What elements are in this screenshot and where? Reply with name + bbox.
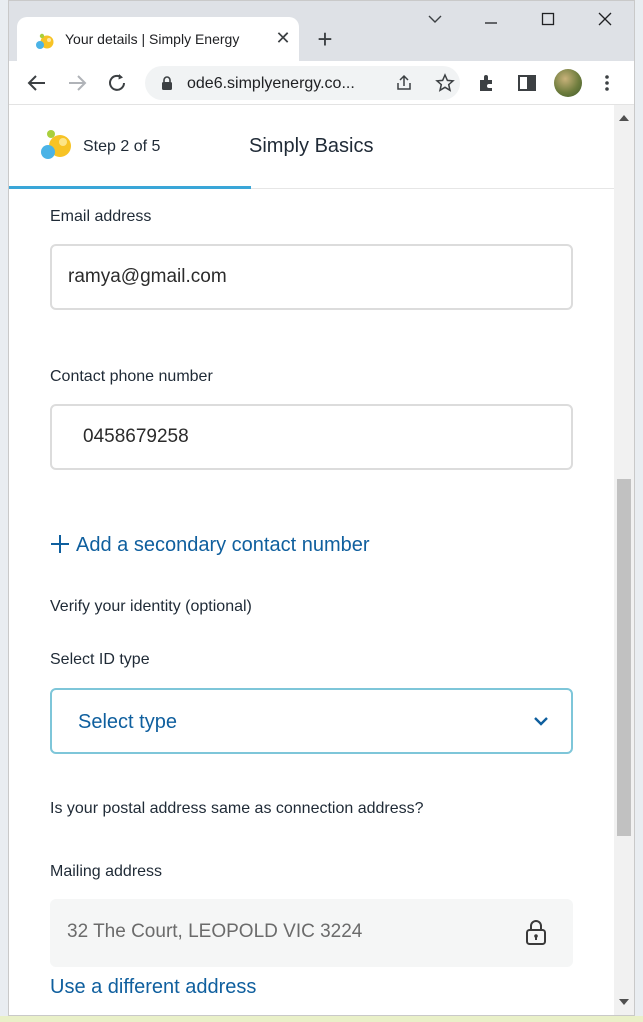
background-window-edge (0, 0, 8, 1022)
new-tab-button[interactable]: + (311, 26, 339, 54)
tab-search-chevron-icon[interactable] (415, 7, 455, 35)
scrollbar-thumb[interactable] (617, 479, 631, 836)
close-icon[interactable]: ✕ (271, 26, 295, 50)
window-close-icon[interactable] (585, 7, 625, 35)
page-content: Step 2 of 5 Simply Basics Email address … (9, 105, 634, 1015)
mailing-address-value: 32 The Court, LEOPOLD VIC 3224 (67, 921, 363, 942)
forward-arrow-icon[interactable] (63, 69, 91, 97)
step-header: Step 2 of 5 Simply Basics (9, 105, 614, 189)
email-label: Email address (50, 208, 152, 225)
browser-window: Your details | Simply Energy ✕ + ode6.si… (8, 0, 635, 1016)
padlock-icon (526, 920, 546, 945)
minimize-icon[interactable] (471, 7, 511, 35)
browser-tab-active[interactable]: Your details | Simply Energy ✕ (17, 17, 299, 61)
back-arrow-icon[interactable] (23, 69, 51, 97)
tab-strip: Your details | Simply Energy ✕ + (9, 1, 634, 61)
favicon-bubbles-icon (36, 33, 54, 49)
url-text: ode6.simplyenergy.co... (187, 75, 355, 92)
browser-toolbar: ode6.simplyenergy.co... (9, 61, 634, 105)
mailing-address-field: 32 The Court, LEOPOLD VIC 3224 (50, 899, 573, 967)
step-indicator: Step 2 of 5 (83, 138, 161, 155)
tab-title: Your details | Simply Energy (65, 31, 240, 47)
sidepanel-icon[interactable] (513, 69, 541, 97)
verify-identity-heading: Verify your identity (optional) (50, 598, 252, 615)
phone-value: 0458679258 (83, 426, 189, 447)
scroll-up-arrow-icon[interactable] (618, 113, 630, 123)
use-different-address-link[interactable]: Use a different address (50, 976, 256, 999)
scroll-down-arrow-icon[interactable] (618, 997, 630, 1007)
more-vertical-icon[interactable] (593, 69, 621, 97)
add-secondary-contact-link[interactable]: Add a secondary contact number (50, 531, 370, 557)
reload-icon[interactable] (103, 69, 131, 97)
background-window-edge-right (635, 0, 643, 1022)
chevron-down-icon (534, 717, 548, 726)
maximize-icon[interactable] (528, 7, 568, 35)
page-scrollbar[interactable] (614, 105, 634, 1015)
mailing-address-label: Mailing address (50, 863, 163, 880)
step-title: Simply Basics (249, 135, 374, 157)
extensions-icon[interactable] (473, 69, 501, 97)
id-type-label: Select ID type (50, 651, 150, 668)
phone-label: Contact phone number (50, 368, 213, 385)
simply-energy-logo-icon (41, 130, 71, 159)
add-plus-icon (51, 535, 69, 553)
share-icon[interactable] (395, 74, 413, 92)
star-icon[interactable] (435, 73, 455, 93)
phone-field[interactable]: 0458679258 (50, 404, 573, 470)
id-type-select[interactable]: Select type (50, 688, 573, 754)
lock-icon[interactable] (159, 75, 175, 91)
email-value: ramya@gmail.com (68, 266, 227, 287)
email-field[interactable]: ramya@gmail.com (50, 244, 573, 310)
add-secondary-label: Add a secondary contact number (76, 534, 370, 556)
taskbar-edge (0, 1016, 643, 1022)
address-bar[interactable]: ode6.simplyenergy.co... (145, 66, 460, 100)
postal-address-question: Is your postal address same as connectio… (50, 800, 424, 817)
id-type-selected-value: Select type (78, 711, 177, 733)
step-progress-bar (9, 186, 251, 189)
avatar[interactable] (554, 69, 582, 97)
